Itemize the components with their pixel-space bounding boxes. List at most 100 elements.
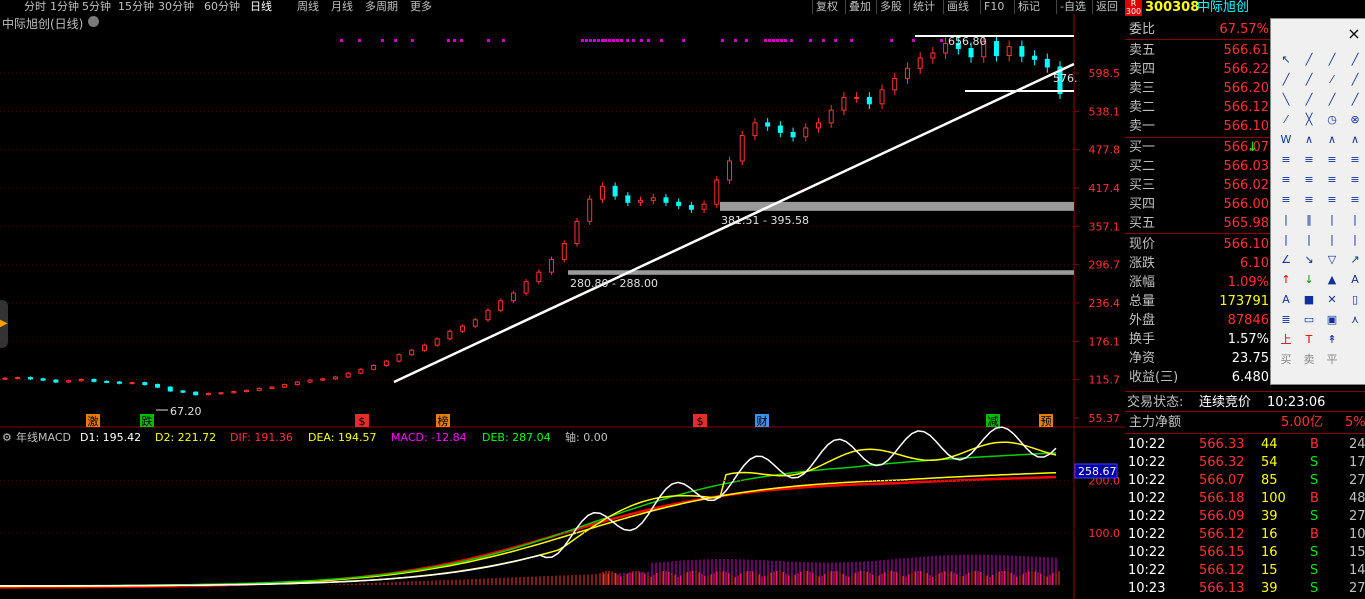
draw-tool-icon[interactable]: ‖: [1300, 211, 1318, 229]
trade-status: 连续竞价: [1199, 395, 1252, 410]
candle-body: [155, 384, 161, 388]
draw-tool-icon[interactable]: ╱: [1323, 51, 1341, 69]
draw-tool-icon[interactable]: ╱: [1300, 51, 1318, 69]
draw-tool-icon[interactable]: ╱: [1346, 51, 1364, 69]
draw-tool-icon[interactable]: ╱: [1300, 71, 1318, 89]
draw-tool-icon[interactable]: ≡: [1346, 171, 1364, 189]
draw-tool-icon[interactable]: [1346, 331, 1364, 349]
signal-dot: [640, 39, 643, 42]
draw-tool-icon[interactable]: |: [1346, 211, 1364, 229]
stat-row-value: 566.10: [1223, 237, 1270, 252]
candle-body: [485, 309, 491, 321]
kline-chart[interactable]: 656.80 576. 381.51 - 395.58 280.80 - 288.00…: [0, 0, 1125, 599]
draw-tool-icon[interactable]: |: [1323, 211, 1341, 229]
draw-tool-icon[interactable]: |: [1346, 231, 1364, 249]
draw-tool-icon[interactable]: ≡: [1323, 171, 1341, 189]
draw-tool-icon[interactable]: |: [1300, 231, 1318, 249]
tick-cell: 566.13: [1199, 581, 1245, 596]
signal-dot: [850, 39, 853, 42]
tick-cell: 10:22: [1128, 545, 1166, 560]
draw-tool-icon[interactable]: ≡: [1300, 191, 1318, 209]
draw-tool-icon[interactable]: ≡: [1277, 171, 1295, 189]
main-flow-label: 主力净额: [1129, 415, 1182, 430]
draw-tool-icon[interactable]: A: [1346, 271, 1364, 289]
draw-tool-icon[interactable]: ≣: [1277, 311, 1295, 329]
draw-tool-icon[interactable]: ■: [1300, 291, 1318, 309]
draw-tool-icon[interactable]: |: [1277, 211, 1295, 229]
signal-dot: [358, 39, 361, 42]
draw-tool-icon[interactable]: A: [1277, 291, 1295, 309]
draw-tool-icon[interactable]: ╱: [1323, 91, 1341, 109]
draw-tool-icon[interactable]: ≡: [1300, 151, 1318, 169]
main-flow-pct: 5%: [1345, 415, 1365, 430]
draw-tool-icon[interactable]: ⋏: [1346, 311, 1364, 329]
draw-tool-icon[interactable]: |: [1323, 231, 1341, 249]
draw-tool-icon[interactable]: ↘: [1300, 251, 1318, 269]
draw-tool-icon[interactable]: ▣: [1323, 311, 1341, 329]
draw-tool-icon[interactable]: ≡: [1277, 151, 1295, 169]
draw-tool-icon[interactable]: |: [1277, 231, 1295, 249]
draw-tool-icon[interactable]: ▲: [1323, 271, 1341, 289]
draw-tool-icon[interactable]: ▯: [1346, 291, 1364, 309]
draw-tool-icon[interactable]: [1346, 351, 1364, 369]
draw-tool-icon[interactable]: ╲: [1277, 91, 1295, 109]
draw-tool-icon[interactable]: ⁄: [1323, 71, 1341, 89]
candle-body: [574, 220, 580, 245]
draw-tool-icon[interactable]: ∧: [1346, 131, 1364, 149]
draw-tool-icon[interactable]: ∠: [1277, 251, 1295, 269]
signal-dot: [940, 39, 943, 42]
macd-d1-line: [0, 426, 1057, 587]
draw-tool-icon[interactable]: ✕: [1323, 291, 1341, 309]
draw-tool-icon[interactable]: ↓: [1300, 271, 1318, 289]
draw-tool-icon[interactable]: ╱: [1277, 71, 1295, 89]
draw-tool-icon[interactable]: W: [1277, 131, 1295, 149]
draw-tool-icon[interactable]: ≡: [1323, 191, 1341, 209]
tick-cell: S: [1310, 545, 1319, 560]
tick-cell: B: [1310, 437, 1319, 452]
draw-tool-icon[interactable]: T: [1300, 331, 1318, 349]
draw-tool-icon[interactable]: ╳: [1300, 111, 1318, 129]
price-annotation: 67.20: [170, 405, 202, 418]
arrow-right-icon: ▶: [0, 318, 8, 329]
tick-cell: 10:22: [1128, 527, 1166, 542]
draw-tool-icon[interactable]: ↟: [1323, 331, 1341, 349]
draw-tool-icon[interactable]: ≡: [1346, 151, 1364, 169]
close-icon[interactable]: ×: [1345, 25, 1363, 43]
event-marker-label: $: [359, 415, 366, 428]
draw-tool-icon[interactable]: 卖: [1300, 351, 1318, 369]
draw-tool-icon[interactable]: ⁄: [1277, 111, 1295, 129]
candle-body: [231, 391, 237, 394]
expand-arrow-button[interactable]: ▶: [0, 300, 8, 348]
candle-body: [371, 365, 377, 370]
draw-tool-icon[interactable]: ╱: [1346, 71, 1364, 89]
signal-dot: [394, 39, 397, 42]
candle-body: [739, 135, 745, 162]
draw-tool-icon[interactable]: ▽: [1323, 251, 1341, 269]
draw-tool-icon[interactable]: ↖: [1277, 51, 1295, 69]
draw-tool-icon[interactable]: 平: [1323, 351, 1341, 369]
draw-tool-icon[interactable]: ╱: [1300, 91, 1318, 109]
draw-tool-icon[interactable]: ↑: [1277, 271, 1295, 289]
draw-tool-icon[interactable]: ◷: [1323, 111, 1341, 129]
ask-row-label: 卖一: [1129, 119, 1156, 134]
stat-row-label: 现价: [1129, 237, 1156, 252]
draw-tool-icon[interactable]: ↗: [1346, 251, 1364, 269]
draw-tool-icon[interactable]: ∧: [1300, 131, 1318, 149]
draw-tool-icon[interactable]: 上: [1277, 331, 1295, 349]
signal-dot: [912, 39, 915, 42]
draw-tool-icon[interactable]: ╱: [1346, 91, 1364, 109]
draw-tool-icon[interactable]: ≡: [1346, 191, 1364, 209]
draw-tool-icon[interactable]: ≡: [1323, 151, 1341, 169]
stat-row-label: 净资: [1129, 351, 1156, 366]
draw-tool-icon[interactable]: ▭: [1300, 311, 1318, 329]
draw-tool-icon[interactable]: ∧: [1323, 131, 1341, 149]
draw-tool-icon[interactable]: 买: [1277, 351, 1295, 369]
macd-gear-icon[interactable]: ⚙: [2, 431, 12, 445]
candle-body: [320, 378, 326, 381]
candle-body: [993, 41, 999, 57]
cursor-value: 258.67: [1078, 465, 1117, 478]
draw-tool-icon[interactable]: ≡: [1277, 191, 1295, 209]
candle-body: [193, 391, 199, 396]
draw-tool-icon[interactable]: ≡: [1300, 171, 1318, 189]
draw-tool-icon[interactable]: ⊗: [1346, 111, 1364, 129]
